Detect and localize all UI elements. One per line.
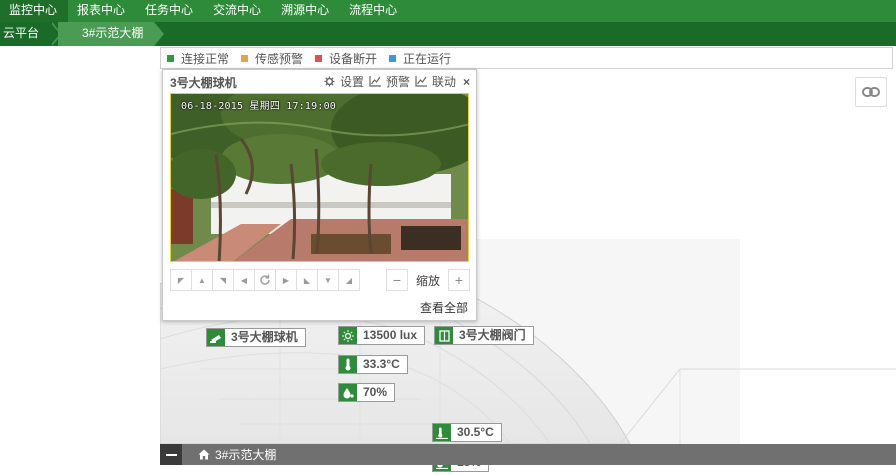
tag-label: 13500 lux bbox=[363, 328, 418, 342]
arrow-down-icon: ▼ bbox=[324, 275, 332, 285]
legend-item-sensor-warning: 传感预警 bbox=[241, 50, 303, 67]
ptz-down-button[interactable]: ▼ bbox=[317, 269, 339, 291]
status-legend: 连接正常 传感预警 设备断开 正在运行 bbox=[160, 47, 893, 69]
linkage-label: 联动 bbox=[431, 75, 456, 89]
bottom-bar-label: 3#示范大棚 bbox=[215, 448, 277, 462]
camera-video-feed[interactable]: 06-18-2015 星期四 17:19:00 bbox=[170, 93, 469, 262]
arrow-down-right-icon: ◢ bbox=[345, 275, 353, 285]
breadcrumb-current-tip bbox=[154, 22, 164, 46]
sun-icon bbox=[339, 327, 357, 344]
arrow-down-left-icon: ◣ bbox=[303, 275, 311, 285]
legend-swatch-red bbox=[315, 54, 323, 62]
arrow-up-right-icon: ◥ bbox=[219, 275, 227, 285]
legend-label: 设备断开 bbox=[329, 51, 378, 66]
ptz-up-left-button[interactable]: ◤ bbox=[170, 269, 192, 291]
linkage-button[interactable]: 联动 bbox=[415, 73, 456, 90]
light-sensor-tag[interactable]: 13500 lux bbox=[338, 326, 426, 345]
legend-swatch-green bbox=[167, 54, 174, 62]
valve-device-tag[interactable]: 3号大棚阀门 bbox=[434, 326, 534, 345]
settings-button[interactable]: 设置 bbox=[324, 73, 364, 90]
warning-button[interactable]: 预警 bbox=[369, 73, 410, 90]
nav-report-center[interactable]: 报表中心 bbox=[68, 0, 136, 22]
zoom-in-button[interactable]: + bbox=[448, 269, 470, 291]
view-all-link[interactable]: 查看全部 bbox=[420, 299, 468, 316]
ptz-up-button[interactable]: ▲ bbox=[191, 269, 213, 291]
warning-label: 预警 bbox=[385, 75, 410, 89]
legend-swatch-blue bbox=[389, 54, 397, 62]
zoom-out-button[interactable]: − bbox=[386, 269, 408, 291]
door-icon bbox=[435, 327, 453, 344]
legend-item-connected: 连接正常 bbox=[167, 50, 229, 67]
zoom-controls: − 缩放 + bbox=[386, 269, 470, 291]
ptz-down-right-button[interactable]: ◢ bbox=[338, 269, 360, 291]
ptz-left-button[interactable]: ◀ bbox=[233, 269, 255, 291]
close-icon[interactable]: × bbox=[463, 75, 470, 89]
minus-icon bbox=[165, 453, 177, 456]
zoom-label: 缩放 bbox=[415, 273, 440, 288]
arrow-up-left-icon: ◤ bbox=[177, 275, 185, 285]
nav-traceability-center[interactable]: 溯源中心 bbox=[272, 0, 340, 22]
line-chart-icon bbox=[415, 76, 427, 87]
ptz-up-right-button[interactable]: ◥ bbox=[212, 269, 234, 291]
ptz-controls: ◤ ▲ ◥ ◀ ▶ ◣ ▼ ◢ bbox=[170, 269, 360, 291]
air-humidity-tag[interactable]: 70% bbox=[338, 383, 396, 402]
nav-task-center[interactable]: 任务中心 bbox=[136, 0, 204, 22]
arrow-up-icon: ▲ bbox=[198, 275, 206, 285]
breadcrumb-current: 3#示范大棚 bbox=[58, 22, 154, 46]
ptz-right-button[interactable]: ▶ bbox=[275, 269, 297, 291]
legend-label: 正在运行 bbox=[403, 51, 452, 66]
legend-item-disconnected: 设备断开 bbox=[315, 50, 377, 67]
ptz-reset-button[interactable] bbox=[254, 269, 276, 291]
nav-process-center[interactable]: 流程中心 bbox=[340, 0, 408, 22]
camera-icon bbox=[207, 329, 225, 346]
legend-label: 传感预警 bbox=[255, 51, 304, 66]
water-drop-icon bbox=[339, 384, 357, 401]
tag-label: 3号大棚球机 bbox=[231, 330, 298, 344]
legend-item-running: 正在运行 bbox=[389, 50, 451, 67]
video-timestamp: 06-18-2015 星期四 17:19:00 bbox=[181, 101, 337, 112]
collapse-button[interactable] bbox=[160, 444, 182, 465]
nav-monitor-center[interactable]: 监控中心 bbox=[0, 0, 69, 22]
soil-thermometer-icon bbox=[433, 424, 451, 441]
refresh-icon bbox=[260, 274, 270, 285]
arrow-right-icon: ▶ bbox=[282, 275, 290, 285]
legend-label: 连接正常 bbox=[181, 51, 230, 66]
link-button[interactable] bbox=[855, 77, 887, 107]
tag-label: 33.3°C bbox=[363, 357, 400, 371]
home-icon bbox=[198, 449, 210, 460]
arrow-left-icon: ◀ bbox=[240, 275, 248, 285]
soil-temperature-tag[interactable]: 30.5°C bbox=[432, 423, 502, 442]
tag-label: 70% bbox=[363, 385, 388, 399]
top-navigation: 监控中心 报表中心 任务中心 交流中心 溯源中心 流程中心 bbox=[0, 0, 896, 22]
camera-scene-image bbox=[171, 94, 468, 261]
gear-icon bbox=[324, 76, 335, 87]
legend-swatch-orange bbox=[241, 54, 249, 62]
chain-link-icon bbox=[862, 87, 880, 97]
air-temperature-tag[interactable]: 33.3°C bbox=[338, 355, 408, 374]
settings-label: 设置 bbox=[339, 75, 364, 89]
popup-actions: 设置 预警 联动 × bbox=[319, 73, 470, 90]
bottom-bar-title: 3#示范大棚 bbox=[198, 446, 276, 463]
tag-label: 3号大棚阀门 bbox=[459, 328, 526, 342]
camera-popup: 3号大棚球机 设置 预警 联动 × 06-18-2015 星期四 17:19:0… bbox=[162, 69, 477, 321]
line-chart-icon bbox=[369, 76, 381, 87]
popup-header: 3号大棚球机 设置 预警 联动 × bbox=[163, 70, 476, 92]
ptz-down-left-button[interactable]: ◣ bbox=[296, 269, 318, 291]
breadcrumb: 云平台 3#示范大棚 bbox=[0, 22, 896, 46]
thermometer-icon bbox=[339, 356, 357, 373]
nav-exchange-center[interactable]: 交流中心 bbox=[204, 0, 272, 22]
bottom-status-bar: 3#示范大棚 bbox=[160, 444, 896, 465]
camera-device-tag[interactable]: 3号大棚球机 bbox=[206, 328, 306, 347]
popup-title: 3号大棚球机 bbox=[170, 76, 237, 90]
tag-label: 30.5°C bbox=[457, 425, 494, 439]
